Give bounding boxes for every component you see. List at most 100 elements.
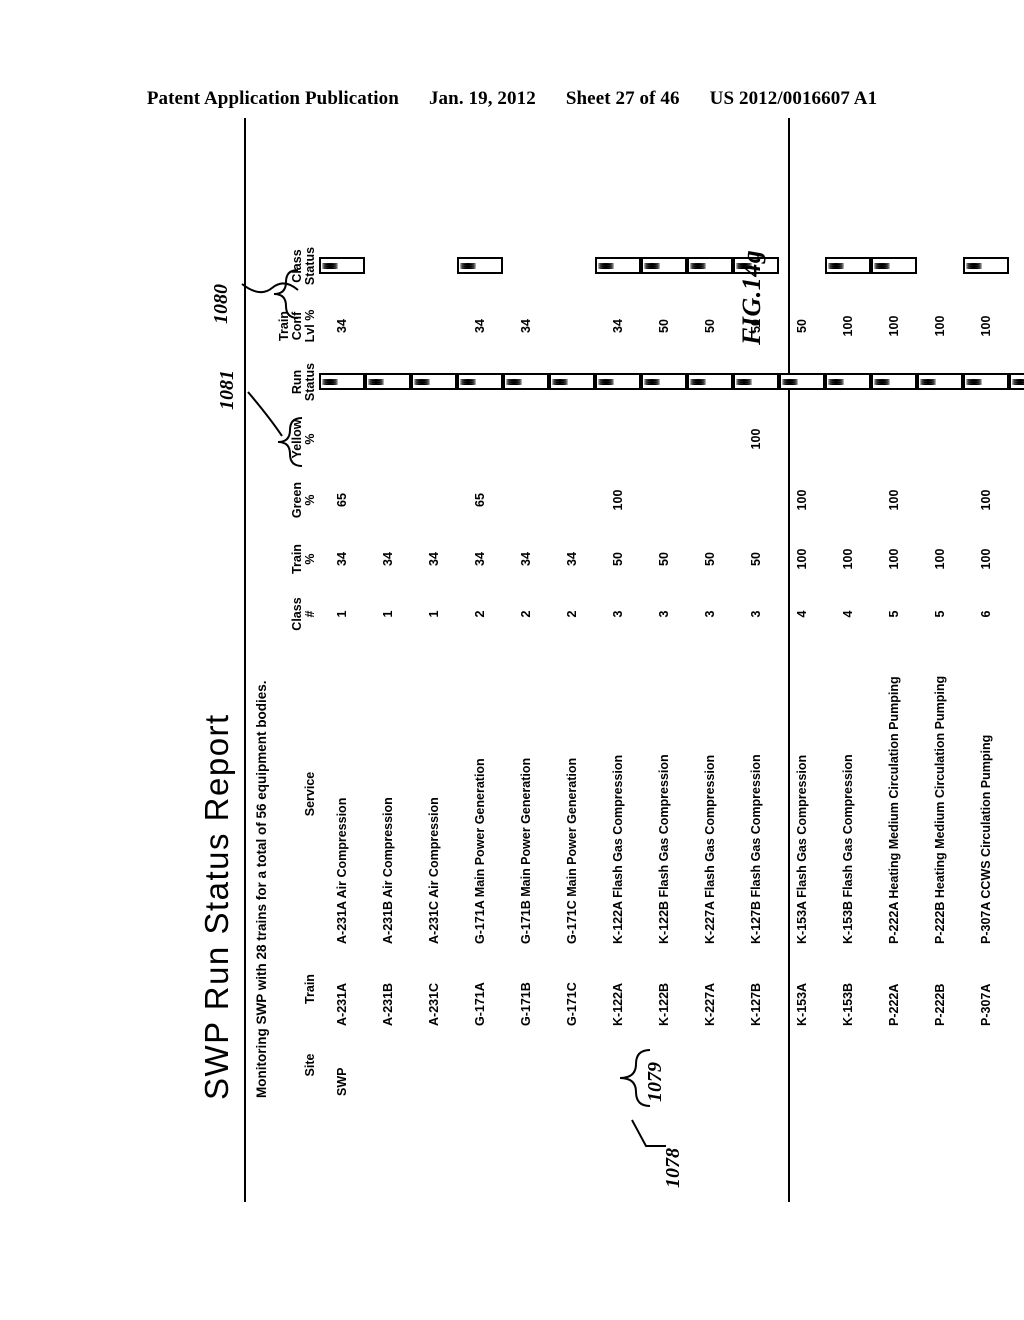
cell-train: K-127B — [748, 982, 763, 1026]
cell-service: A-231B Air Compression — [380, 797, 395, 944]
class-status-traffic-light-icon[interactable] — [595, 257, 642, 275]
cell-train-pct: 50 — [702, 552, 717, 566]
cell-yellow-pct — [411, 408, 457, 470]
table-row[interactable]: G-171A G-171A Main Power Generation 2 34 65 3… — [457, 236, 504, 1100]
cell-yellow-pct — [549, 408, 595, 470]
lamp-dot — [460, 267, 477, 269]
cell-site — [687, 1030, 733, 1100]
lamp-dot — [782, 383, 799, 385]
table-row[interactable]: K-122B K-122B Flash Gas Compression 3 50 50 — [641, 236, 688, 1100]
lamp-on — [368, 383, 385, 385]
cell-train-pct: 50 — [610, 552, 625, 566]
cell-class-status — [411, 236, 457, 296]
class-status-traffic-light-icon[interactable] — [641, 257, 688, 275]
cell-train-conf — [411, 296, 457, 356]
cell-run-status — [641, 356, 688, 408]
cell-yellow-pct — [871, 408, 917, 470]
run-status-traffic-light-icon[interactable] — [319, 373, 366, 391]
run-status-traffic-light-icon[interactable] — [687, 373, 734, 391]
run-status-traffic-light-icon[interactable] — [733, 373, 780, 391]
run-status-traffic-light-icon[interactable] — [825, 373, 872, 391]
table-row[interactable]: P-307A P-307A CCWS Circulation Pumping 6 10… — [963, 236, 1010, 1100]
cell-service: G-171B Main Power Generation — [518, 757, 533, 944]
table-row[interactable]: P-307BP-307B CCWS Circulation Pumping610… — [1009, 236, 1024, 1100]
run-status-traffic-light-icon[interactable] — [871, 373, 918, 391]
class-status-traffic-light-icon[interactable] — [871, 257, 918, 275]
table-row[interactable]: K-153A K-153A Flash Gas Compression 4 100 10… — [779, 236, 826, 1100]
ref-numeral-1080: 1080 — [210, 284, 232, 324]
run-status-traffic-light-icon[interactable] — [779, 373, 826, 391]
table-row[interactable]: P-222B P-222B Heating Medium Circulation … — [917, 236, 964, 1100]
table-row[interactable]: K-122A K-122A Flash Gas Compression 3 50 100… — [595, 236, 642, 1100]
cell-train-conf: 100 — [932, 315, 947, 337]
table-row[interactable]: G-171C G-171C Main Power Generation 2 34 — [549, 236, 596, 1100]
cell-green-pct: 100 — [794, 489, 809, 511]
cell-yellow-pct: 100 — [748, 428, 763, 450]
table-row[interactable]: SWP A-231A A-231A Air Compression 1 34 65 34 — [319, 236, 366, 1100]
cell-run-status — [687, 356, 734, 408]
table-row[interactable]: K-227A K-227A Flash Gas Compression 3 50 50 — [687, 236, 734, 1100]
cell-train-conf: 34 — [610, 319, 625, 333]
run-status-traffic-light-icon[interactable] — [549, 373, 596, 391]
cell-train-conf: 34 — [518, 319, 533, 333]
class-status-traffic-light-icon[interactable] — [319, 257, 366, 275]
run-status-traffic-light-icon[interactable] — [917, 373, 964, 391]
cell-yellow-pct — [779, 408, 825, 470]
cell-service: G-171A Main Power Generation — [472, 758, 487, 944]
brace-1079 — [619, 1049, 651, 1107]
cell-run-status — [595, 356, 642, 408]
cell-train-conf — [549, 296, 595, 356]
class-status-traffic-light-icon[interactable] — [457, 257, 504, 275]
report-subtitle: Monitoring SWP with 28 trains for a tota… — [254, 680, 269, 1098]
table-row[interactable]: G-171B G-171B Main Power Generation 2 34 34 — [503, 236, 550, 1100]
cell-train-pct: 34 — [472, 552, 487, 566]
publication-label: Patent Application Publication — [146, 88, 399, 109]
run-status-traffic-light-icon[interactable] — [595, 373, 642, 391]
cell-green-pct — [733, 470, 779, 530]
cell-class-no: 5 — [886, 610, 901, 618]
run-status-traffic-light-icon[interactable] — [503, 373, 550, 391]
class-status-traffic-light-icon[interactable] — [687, 257, 734, 275]
cell-train-pct: 100 — [840, 548, 855, 570]
cell-class-status — [365, 236, 411, 296]
cell-class-status — [687, 236, 734, 296]
cell-class-status — [641, 236, 688, 296]
run-status-traffic-light-icon[interactable] — [457, 373, 504, 391]
run-status-traffic-light-icon[interactable] — [365, 373, 412, 391]
cell-train: K-153A — [794, 982, 809, 1026]
class-status-traffic-light-icon[interactable] — [825, 257, 872, 275]
header-train-pct: Train % — [289, 544, 317, 574]
table-row[interactable]: A-231B A-231B Air Compression 1 34 — [365, 236, 412, 1100]
header-site: Site — [302, 1053, 317, 1077]
lamp-dot — [736, 383, 753, 385]
lamp-on — [828, 383, 845, 385]
run-status-traffic-light-icon[interactable] — [411, 373, 458, 391]
cell-run-status — [1009, 356, 1024, 408]
figure-rotation-wrapper: SWP Run Status Report Monitoring SWP wit… — [192, 110, 1024, 1210]
cell-class-status — [457, 236, 504, 296]
table-row[interactable]: A-231C A-231C Air Compression 1 34 — [411, 236, 458, 1100]
cell-class-no: 6 — [978, 610, 993, 618]
cell-site — [917, 1030, 963, 1100]
cell-site — [779, 1030, 825, 1100]
run-status-traffic-light-icon[interactable] — [1009, 373, 1024, 391]
lamp-dot — [690, 383, 707, 385]
cell-train: G-171A — [472, 982, 487, 1026]
header-service: Service — [302, 771, 317, 817]
cell-train-conf: 50 — [656, 319, 671, 333]
cell-site — [365, 1030, 411, 1100]
cell-train-conf: 50 — [794, 319, 809, 333]
run-status-traffic-light-icon[interactable] — [963, 373, 1010, 391]
run-status-traffic-light-icon[interactable] — [641, 373, 688, 391]
cell-green-pct — [917, 470, 963, 530]
cell-service: K-153A Flash Gas Compression — [794, 754, 809, 944]
table-row[interactable]: K-153B K-153B Flash Gas Compression 4 100 10… — [825, 236, 872, 1100]
table-row[interactable]: P-222A P-222A Heating Medium Circulation … — [871, 236, 918, 1100]
lamp-dot — [828, 267, 845, 269]
cell-green-pct — [503, 470, 549, 530]
cell-service: P-307B CCWS Circulation Pumping — [1009, 640, 1024, 948]
class-status-traffic-light-icon[interactable] — [963, 257, 1010, 275]
header-train: Train — [302, 974, 317, 1004]
cell-yellow-pct — [457, 408, 503, 470]
table-row[interactable]: K-127B K-127B Flash Gas Compression 3 50 100… — [733, 236, 780, 1100]
